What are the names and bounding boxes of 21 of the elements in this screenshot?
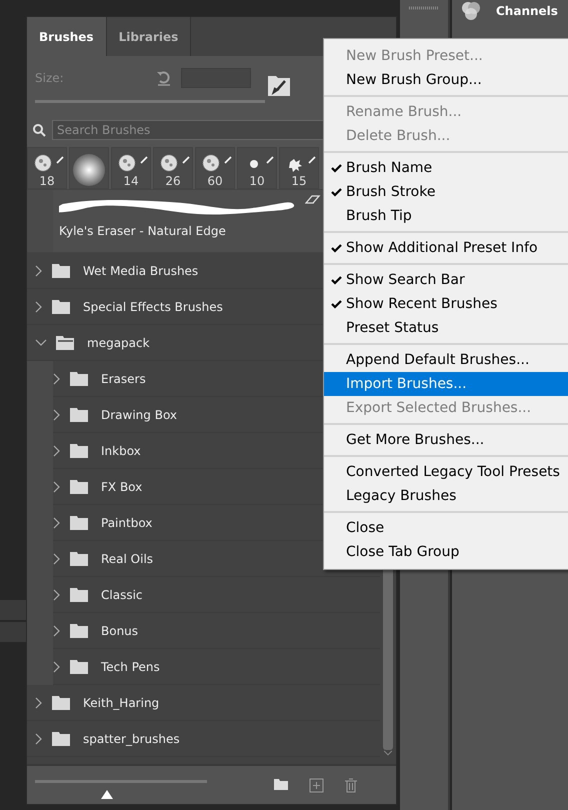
group-name: FX Box: [101, 480, 142, 494]
group-name: Inkbox: [101, 444, 141, 458]
group-name: Real Oils: [101, 552, 154, 566]
group-name: Classic: [101, 588, 143, 602]
group-name: Drawing Box: [101, 408, 178, 422]
group-name: Special Effects Brushes: [83, 300, 223, 314]
group-name: Erasers: [101, 372, 146, 386]
group-name: Paintbox: [101, 516, 152, 530]
group-name: spatter_brushes: [83, 732, 180, 746]
group-name: Wet Media Brushes: [83, 264, 198, 278]
group-name: megapack: [87, 336, 150, 350]
brush-name: Kyle's Eraser - Natural Edge: [59, 224, 227, 238]
brush-size: 26: [165, 174, 181, 188]
brush-size: 60: [207, 174, 223, 188]
brush-size: 10: [249, 174, 265, 188]
group-name: Keith_Haring: [83, 696, 160, 710]
group-name: Tech Pens: [101, 660, 160, 674]
brush-size: 18: [39, 174, 55, 188]
brush-size: 15: [291, 174, 307, 188]
brush-size: 14: [123, 174, 139, 188]
group-name: Bonus: [101, 624, 138, 638]
